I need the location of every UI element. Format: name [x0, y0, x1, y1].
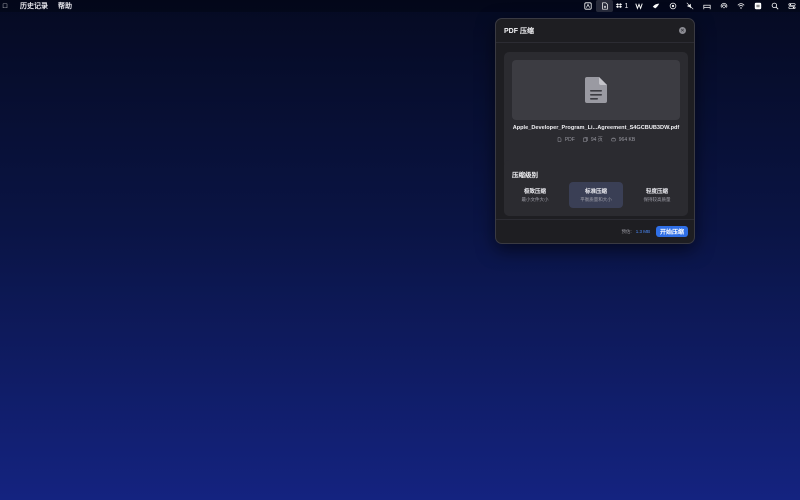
popover-footer: 预估: 1.3 MB 开始压缩	[496, 219, 694, 243]
popover-header: PDF 压缩 ✕	[496, 19, 694, 43]
file-type: PDF	[557, 137, 575, 143]
level-option-standard[interactable]: 标准压缩 平衡质量和大小	[569, 182, 623, 208]
app-icon-m[interactable]	[630, 0, 647, 12]
wifi-icon[interactable]	[732, 0, 749, 12]
app-icon-bird[interactable]	[647, 0, 664, 12]
menu-bar: □ 历史记录 帮助 1	[0, 0, 800, 12]
file-pages-label: 94 页	[590, 137, 603, 143]
level-option-light[interactable]: 轻度压缩 保持较高质量	[630, 182, 684, 208]
control-center-icon[interactable]	[783, 0, 800, 12]
dropbox-icon[interactable]: 1	[613, 0, 630, 12]
bed-icon[interactable]	[698, 0, 715, 12]
file-preview[interactable]	[512, 60, 680, 120]
file-type-icon	[557, 137, 562, 142]
search-icon[interactable]	[766, 0, 783, 12]
compression-level-options: 极致压缩 最小文件大小 标准压缩 平衡质量和大小 轻度压缩 保持较高质量	[508, 182, 684, 208]
tray-badge-count: 1	[624, 2, 629, 10]
file-size: 964 KB	[611, 137, 635, 143]
copilot-icon[interactable]	[664, 0, 681, 12]
pdf-compress-popover: PDF 压缩 ✕ Apple_Developer_Program_Li...Ag…	[495, 18, 695, 244]
app-icon-s[interactable]	[749, 0, 766, 12]
estimate-label: 预估:	[621, 228, 632, 234]
size-icon	[611, 137, 616, 142]
level-option-label: 极致压缩	[523, 189, 546, 195]
status-tray: 1	[579, 0, 800, 12]
file-name: Apple_Developer_Program_Li...Agreement_S…	[512, 125, 680, 131]
level-option-extreme[interactable]: 极致压缩 最小文件大小	[508, 182, 562, 208]
level-option-label: 标准压缩	[584, 189, 607, 195]
file-card: Apple_Developer_Program_Li...Agreement_S…	[504, 52, 688, 168]
estimate-value: 1.3 MB	[635, 229, 650, 234]
file-meta: PDF 94 页 964 KB	[504, 136, 688, 143]
file-size-label: 964 KB	[618, 136, 636, 143]
document-icon	[585, 77, 607, 103]
popover-title: PDF 压缩	[504, 27, 534, 35]
mute-icon[interactable]	[681, 0, 698, 12]
menu-history[interactable]: 历史记录	[20, 1, 48, 11]
apple-menu-icon[interactable]: □	[0, 3, 10, 10]
level-option-desc: 平衡质量和大小	[580, 197, 612, 202]
pdf-compress-icon[interactable]	[596, 0, 613, 12]
pages-icon	[583, 137, 588, 142]
start-compress-button[interactable]: 开始压缩	[655, 226, 688, 237]
close-icon[interactable]: ✕	[679, 27, 686, 34]
compression-level-card: 压缩级别 极致压缩 最小文件大小 标准压缩 平衡质量和大小 轻度压缩 保持较高质…	[504, 160, 688, 216]
file-type-label: PDF	[564, 136, 575, 143]
airdrop-icon[interactable]	[715, 0, 732, 12]
level-option-desc: 最小文件大小	[521, 197, 549, 202]
level-option-label: 轻度压缩	[645, 189, 668, 195]
compression-level-title: 压缩级别	[512, 172, 538, 179]
file-pages: 94 页	[583, 136, 603, 143]
level-option-desc: 保持较高质量	[643, 197, 671, 202]
menu-help[interactable]: 帮助	[58, 1, 72, 11]
app-icon-a[interactable]	[579, 0, 596, 12]
